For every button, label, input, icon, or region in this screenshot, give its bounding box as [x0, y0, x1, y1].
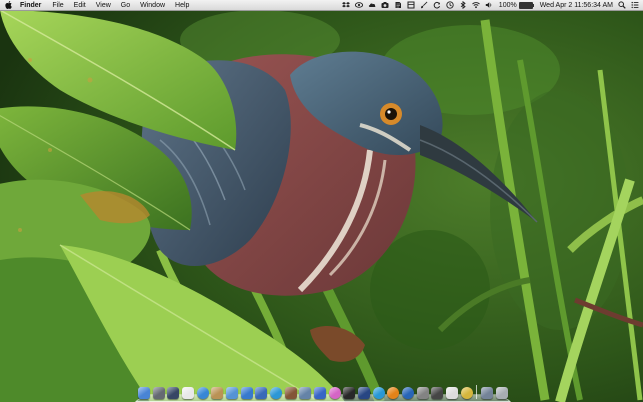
menu-help[interactable]: Help	[175, 0, 189, 11]
menu-app-name[interactable]: Finder	[20, 0, 41, 11]
menu-window[interactable]: Window	[140, 0, 165, 11]
xcode-icon[interactable]	[255, 387, 268, 399]
itunes-icon[interactable]	[270, 387, 283, 399]
calendar-icon[interactable]	[182, 387, 195, 399]
menu-file[interactable]: File	[52, 0, 63, 11]
chrome-icon[interactable]	[460, 387, 473, 399]
battery-nub	[532, 3, 534, 7]
menu-view[interactable]: View	[96, 0, 111, 11]
camera-icon[interactable]	[381, 1, 389, 9]
app-store-icon[interactable]	[240, 387, 253, 399]
bluetooth-icon[interactable]	[459, 1, 467, 9]
dock-separator	[476, 385, 478, 399]
menu-bar-left: Finder File Edit View Go Window Help	[0, 0, 199, 10]
safari-icon[interactable]	[196, 387, 209, 399]
wifi-icon[interactable]	[471, 1, 480, 9]
eye-icon[interactable]	[354, 1, 363, 9]
notification-center-icon[interactable]	[631, 1, 639, 9]
dock-icons	[138, 382, 508, 399]
launchpad-icon[interactable]	[152, 387, 165, 399]
menu-bar: Finder File Edit View Go Window Help 100…	[0, 0, 643, 11]
clock[interactable]: Wed Apr 2 11:56:34 AM	[540, 0, 613, 11]
finder-icon[interactable]	[138, 387, 150, 399]
apple-logo-icon[interactable]	[4, 1, 12, 10]
timemachine-icon[interactable]	[446, 1, 454, 9]
dropbox-icon[interactable]	[341, 1, 350, 9]
keynote-icon[interactable]	[314, 387, 327, 399]
vlc-icon[interactable]	[387, 387, 400, 399]
trash-icon[interactable]	[495, 387, 508, 399]
battery-indicator[interactable]: 100%	[498, 1, 534, 9]
spotlight-search-icon[interactable]	[618, 1, 626, 9]
box-icon[interactable]	[407, 1, 415, 9]
downloads-stack-icon[interactable]	[481, 387, 494, 399]
quicktime-icon[interactable]	[358, 387, 371, 399]
dock	[134, 381, 512, 402]
battery-level-fill	[519, 2, 532, 8]
mission-control-icon[interactable]	[167, 387, 180, 399]
cloud-icon[interactable]	[368, 1, 376, 9]
skype-icon[interactable]	[372, 387, 385, 399]
contacts-icon[interactable]	[211, 387, 224, 399]
wallpaper-image	[0, 0, 643, 402]
menu-bar-status: 100% Wed Apr 2 11:56:34 AM	[337, 0, 643, 10]
desktop: Finder File Edit View Go Window Help 100…	[0, 0, 643, 402]
mail-icon[interactable]	[226, 387, 239, 399]
sync-icon[interactable]	[433, 1, 441, 9]
activity-monitor-icon[interactable]	[431, 387, 444, 399]
menu-go[interactable]: Go	[121, 0, 130, 11]
volume-icon[interactable]	[485, 1, 493, 9]
paintbrush-icon[interactable]	[420, 1, 428, 9]
battery-icon	[518, 1, 533, 9]
battery-percent: 100%	[498, 1, 517, 9]
menu-edit[interactable]: Edit	[74, 0, 86, 11]
system-preferences-icon[interactable]	[416, 387, 429, 399]
photos-icon[interactable]	[284, 387, 297, 399]
textedit-icon[interactable]	[446, 387, 459, 399]
dashboard-icon[interactable]	[402, 387, 415, 399]
preview-icon[interactable]	[299, 387, 312, 399]
evernote-icon[interactable]	[394, 1, 402, 9]
terminal-icon[interactable]	[343, 387, 356, 399]
game-center-icon[interactable]	[328, 387, 341, 399]
